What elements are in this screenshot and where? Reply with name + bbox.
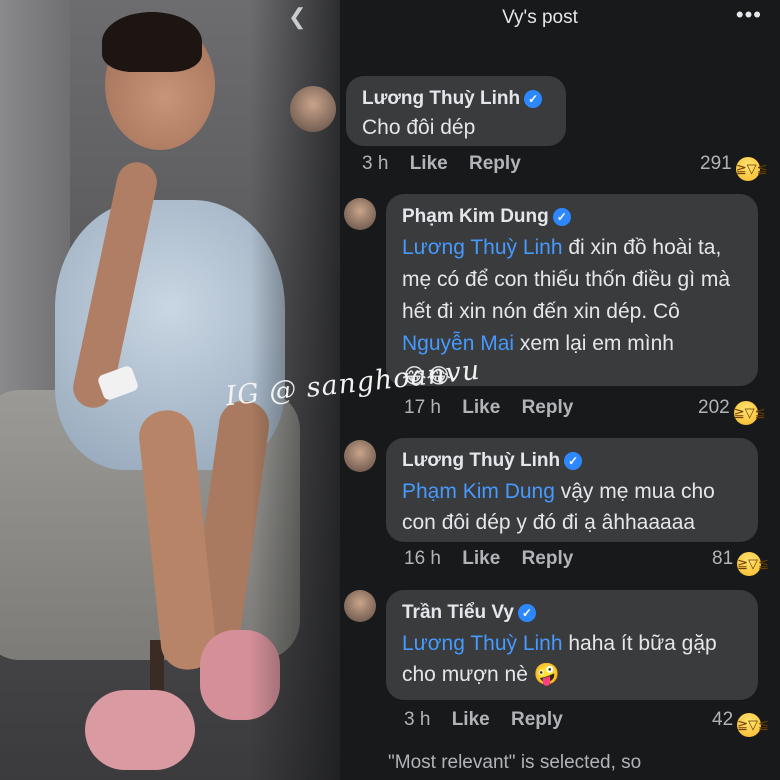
reaction-count[interactable]: 291 ≧▽≦ [700,153,768,181]
reaction-count[interactable]: 81 ≧▽≦ [712,548,769,576]
comment-meta: 16 h Like Reply [404,548,573,570]
comment-bubble: Phạm Kim Dung ✓ Lương Thuỳ Linh đi xin đồ… [386,194,758,388]
like-button[interactable]: Like [462,397,500,418]
laugh-reaction-icon: ≧▽≦ [735,157,768,181]
comment-bubble: Lương Thuỳ Linh ✓ Cho đôi dép [346,76,566,146]
comment-text: Phạm Kim Dung vậy mẹ mua cho con đôi dép… [402,480,715,534]
comment-meta: 3 h Like Reply [362,153,521,175]
avatar[interactable] [344,590,376,622]
laugh-reaction-icon: ≧▽≦ [737,552,769,576]
mention-link[interactable]: Phạm Kim Dung [402,480,555,503]
avatar[interactable] [290,86,336,132]
mention-link[interactable]: Lương Thuỳ Linh [402,236,563,259]
comment-text: Cho đôi dép [362,116,476,139]
verified-icon: ✓ [564,452,583,470]
reply-button[interactable]: Reply [469,153,521,174]
comment-time: 16 h [404,548,441,569]
reply-button[interactable]: Reply [522,397,574,418]
laugh-reaction-icon: ≧▽≦ [737,713,769,737]
verified-icon: ✓ [517,604,536,622]
comment-bubble: Lương Thuỳ Linh ✓ Phạm Kim Dung vậy mẹ mu… [386,438,758,542]
comment-meta: 17 h Like Reply [404,397,573,419]
post-header: ❮ Vy's post ••• [270,0,780,36]
mention-link[interactable]: Nguyễn Mai [402,332,514,355]
comment-time: 17 h [404,397,441,418]
avatar[interactable] [344,198,376,230]
sort-notice: "Most relevant" is selected, so [388,752,642,773]
avatar[interactable] [344,440,376,472]
photo-shoe [85,690,195,770]
comment-time: 3 h [362,153,389,174]
more-dots-icon[interactable]: ••• [736,2,762,28]
comment-author[interactable]: Lương Thuỳ Linh ✓ [362,88,550,110]
verified-icon: ✓ [524,90,543,108]
comment-bubble: Trần Tiểu Vy ✓ Lương Thuỳ Linh haha ít bữ… [386,590,758,700]
comment-meta: 3 h Like Reply [404,709,563,731]
verified-icon: ✓ [552,208,571,226]
comment-time: 3 h [404,709,431,730]
mention-link[interactable]: Lương Thuỳ Linh [402,632,563,655]
comment-author[interactable]: Lương Thuỳ Linh ✓ [402,450,742,472]
laugh-reaction-icon: ≧▽≦ [733,401,766,425]
comment-text: Lương Thuỳ Linh haha ít bữa gặp cho mượn… [402,632,717,686]
comment-author[interactable]: Trần Tiểu Vy ✓ [402,602,742,624]
page-title: Vy's post [502,7,578,28]
like-button[interactable]: Like [410,153,448,174]
reply-button[interactable]: Reply [522,548,574,569]
reply-button[interactable]: Reply [511,709,563,730]
comment-author[interactable]: Phạm Kim Dung ✓ [402,206,742,228]
reaction-count[interactable]: 42 ≧▽≦ [712,709,769,737]
comment-emoji: 🤪 [533,662,560,686]
like-button[interactable]: Like [462,548,500,569]
photo-hair [102,12,202,72]
reaction-count[interactable]: 202 ≧▽≦ [698,397,766,425]
like-button[interactable]: Like [452,709,490,730]
